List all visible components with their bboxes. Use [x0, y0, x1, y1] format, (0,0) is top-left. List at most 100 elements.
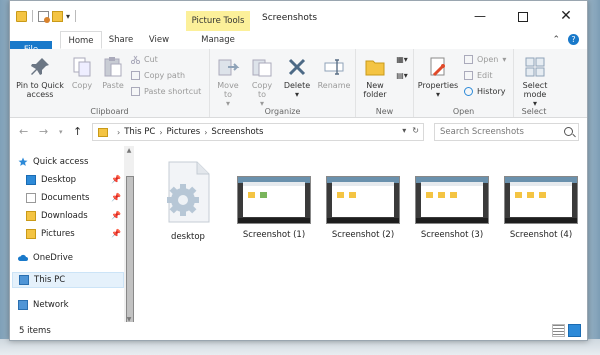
pin-label: Pin to Quick access [16, 81, 64, 99]
file-item[interactable]: Screenshot (1) [234, 156, 314, 240]
nav-quick-access[interactable]: Quick access [18, 154, 123, 170]
delete-x-icon [285, 55, 309, 79]
help-icon[interactable]: ? [568, 34, 579, 45]
new-folder-button[interactable]: New folder [360, 55, 390, 99]
dropdown-icon: ▾ [435, 90, 440, 99]
nav-desktop[interactable]: Desktop 📌 [26, 172, 125, 188]
ribbon-tabs: File Home Share View Manage ⌃ ? [10, 31, 587, 59]
breadcrumb-pictures[interactable]: Pictures [167, 127, 201, 137]
file-name: Screenshot (1) [242, 230, 306, 240]
nav-pane-scrollbar[interactable]: ▲ ▼ [124, 146, 134, 328]
recent-locations-chevron-icon[interactable]: ▾ [59, 128, 63, 136]
network-icon [18, 300, 28, 310]
address-bar-controls: ▾ ↻ [402, 126, 419, 135]
tab-share[interactable]: Share [104, 31, 138, 49]
thumbnail-detail [515, 192, 522, 198]
breadcrumb-separator-icon: › [117, 127, 121, 137]
select-group: Select mode ▾ Select [514, 49, 554, 117]
file-item[interactable]: Screenshot (2) [323, 156, 403, 240]
desktop-background-right [588, 0, 600, 355]
file-item[interactable]: desktop [148, 156, 228, 242]
nav-onedrive[interactable]: OneDrive [17, 250, 123, 266]
edit-button[interactable]: Edit [464, 71, 493, 80]
tab-manage[interactable]: Manage [190, 31, 246, 49]
desktop-icon [26, 175, 36, 185]
easy-access-button[interactable]: ▤▾ [394, 71, 410, 80]
folder-icon [98, 127, 108, 137]
computer-icon [19, 275, 29, 285]
customize-toolbar-dropdown-icon[interactable]: ▾ [66, 12, 70, 21]
pin-icon[interactable]: 📌 [111, 229, 121, 238]
history-icon [464, 87, 473, 96]
pin-icon[interactable]: 📌 [111, 175, 121, 184]
new-folder-label: New folder [363, 81, 387, 99]
tab-home[interactable]: Home [60, 31, 102, 49]
breadcrumb-screenshots[interactable]: Screenshots [211, 127, 263, 137]
close-button[interactable]: ✕ [549, 5, 583, 27]
clipboard-group-label: Clipboard [90, 107, 129, 116]
back-arrow-icon[interactable]: ← [19, 125, 28, 138]
file-item[interactable]: Screenshot (3) [412, 156, 492, 240]
properties-label: Properties [417, 81, 459, 90]
up-arrow-icon[interactable]: ↑ [73, 125, 82, 138]
rename-button[interactable]: Rename [316, 55, 352, 90]
minimize-button[interactable]: — [463, 5, 497, 27]
thumbnail-detail [450, 192, 457, 198]
properties-button[interactable]: Properties ▾ [416, 55, 460, 99]
thumbnail-detail [421, 182, 483, 217]
large-icons-view-icon[interactable] [568, 324, 581, 337]
cut-button[interactable]: Cut [130, 55, 158, 65]
file-name: Screenshot (3) [420, 230, 484, 240]
breadcrumb-separator-icon: › [159, 127, 163, 137]
thumbnail-detail [248, 192, 255, 198]
history-button[interactable]: History [464, 87, 505, 96]
image-thumbnail [415, 176, 489, 224]
tab-view[interactable]: View [142, 31, 176, 49]
nav-this-pc[interactable]: This PC [12, 272, 124, 288]
file-name: desktop [171, 232, 205, 242]
new-group-label: New [375, 107, 394, 116]
file-item[interactable]: Screenshot (4) [501, 156, 581, 240]
select-mode-button[interactable]: Select mode ▾ [518, 55, 552, 108]
copy-path-button[interactable]: Copy path [131, 71, 185, 80]
open-button[interactable]: Open ▾ [464, 55, 506, 64]
refresh-icon[interactable]: ↻ [412, 126, 419, 135]
search-input[interactable]: Search Screenshots [434, 123, 579, 141]
pin-icon[interactable]: 📌 [111, 193, 121, 202]
copy-button[interactable]: Copy [68, 55, 96, 90]
new-item-button[interactable]: ▦▾ [394, 55, 410, 64]
maximize-button[interactable] [506, 5, 540, 27]
details-view-icon[interactable] [552, 324, 565, 337]
nav-network-label: Network [33, 300, 69, 310]
pin-to-quick-access-button[interactable]: Pin to Quick access [12, 55, 68, 99]
copy-to-button[interactable]: Copy to ▾ [248, 55, 276, 108]
forward-arrow-icon[interactable]: → [39, 125, 48, 138]
new-folder-icon[interactable] [52, 10, 63, 22]
nav-pictures[interactable]: Pictures 📌 [26, 226, 125, 242]
nav-network[interactable]: Network [18, 297, 123, 313]
cut-label: Cut [144, 55, 158, 64]
scrollbar-thumb[interactable] [126, 176, 134, 328]
picture-tools-header: Picture Tools [186, 11, 250, 31]
paste-shortcut-button[interactable]: Paste shortcut [131, 87, 201, 96]
star-icon [18, 157, 28, 167]
delete-button[interactable]: Delete ▾ [282, 55, 312, 99]
pin-icon[interactable]: 📌 [111, 211, 121, 220]
ribbon: Pin to Quick access Copy Paste Cut Copy … [10, 49, 587, 118]
file-name: Screenshot (4) [509, 230, 573, 240]
easy-access-icon: ▤▾ [396, 71, 408, 80]
scroll-up-icon[interactable]: ▲ [124, 147, 134, 154]
address-bar[interactable]: › This PC › Pictures › Screenshots ▾ ↻ [92, 123, 424, 141]
nav-documents[interactable]: Documents 📌 [26, 190, 125, 206]
thumbnail-detail [243, 182, 305, 186]
nav-downloads[interactable]: Downloads 📌 [26, 208, 125, 224]
toolbar-separator [75, 10, 77, 22]
address-dropdown-icon[interactable]: ▾ [402, 126, 406, 135]
properties-icon[interactable] [38, 10, 50, 23]
paste-button[interactable]: Paste [98, 55, 128, 90]
move-to-button[interactable]: Move to ▾ [214, 55, 242, 108]
collapse-ribbon-icon[interactable]: ⌃ [552, 35, 560, 45]
pictures-folder-icon [26, 229, 36, 239]
paste-label: Paste [102, 81, 124, 90]
breadcrumb-this-pc[interactable]: This PC [124, 127, 155, 137]
